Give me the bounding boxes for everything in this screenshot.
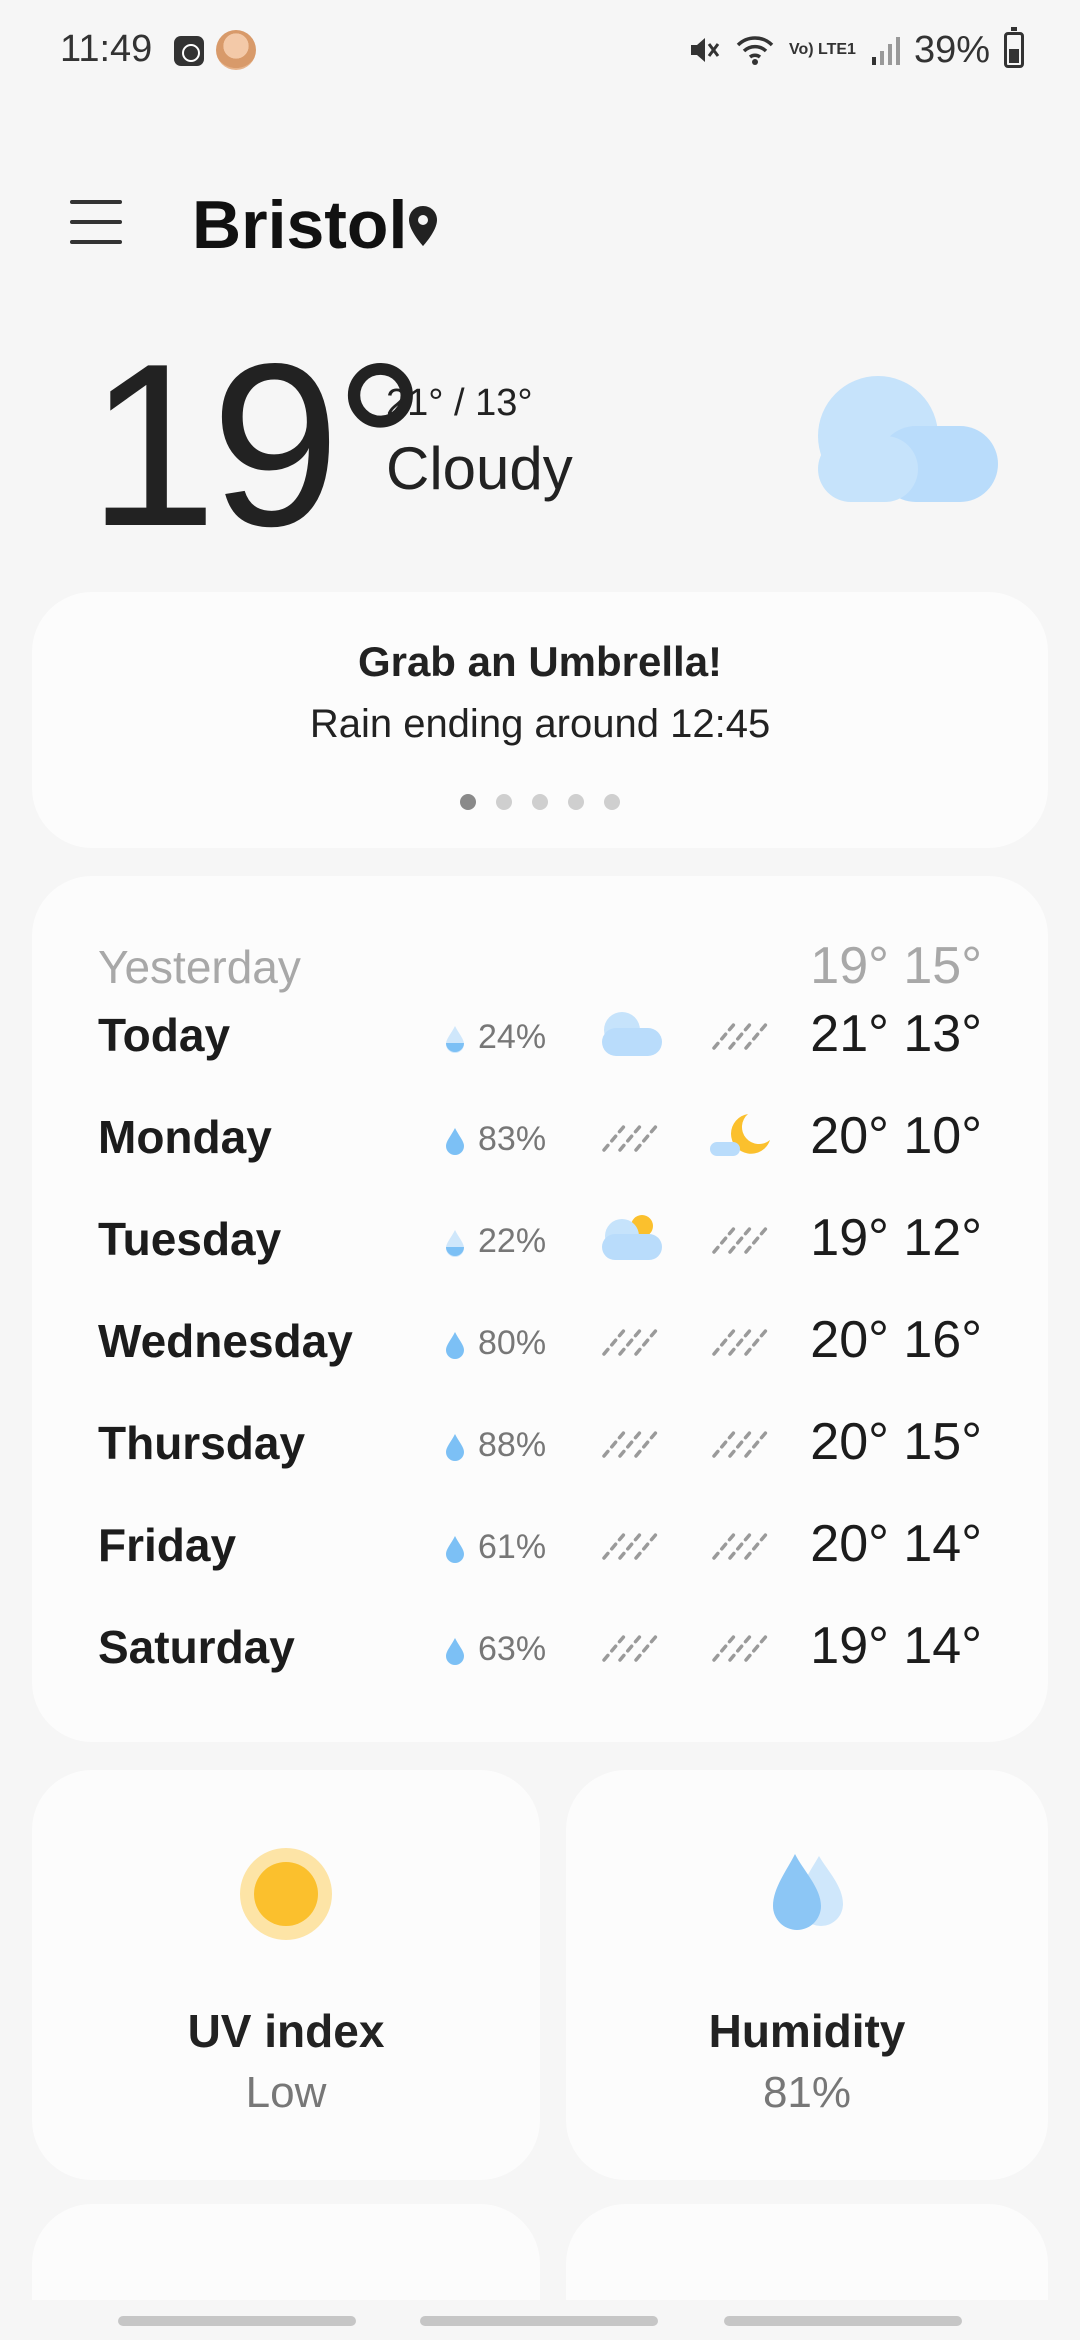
rain-icon: [598, 1620, 662, 1675]
rain-icon: [598, 1518, 662, 1573]
wifi-icon: [736, 36, 774, 65]
forecast-day: Thursday: [98, 1417, 306, 1469]
precip-drop-icon: [444, 1636, 466, 1671]
precip-chance: 88%: [478, 1426, 547, 1464]
forecast-row[interactable]: Thursday 88% 20° 15°: [32, 1392, 1048, 1492]
precip-chance: 24%: [478, 1018, 547, 1056]
location-pin-icon: [409, 206, 437, 246]
signal-icon: [871, 37, 900, 65]
rain-icon: [598, 1110, 662, 1165]
nav-home-button[interactable]: [420, 2316, 658, 2326]
current-temperature: 19°: [88, 316, 427, 575]
forecast-temps: 20° 15°: [810, 1413, 982, 1471]
status-time: 11:49: [60, 28, 153, 70]
status-bar: 11:49 Vo) LTE1 39%: [0, 0, 1080, 100]
avatar-notification-icon: [216, 30, 256, 70]
precip-chance: 61%: [478, 1528, 547, 1566]
page-indicator-dot[interactable]: [532, 794, 548, 810]
forecast-row[interactable]: Saturday 63% 19° 14°: [32, 1596, 1048, 1696]
battery-percent: 39%: [913, 28, 990, 71]
menu-button[interactable]: [70, 200, 122, 244]
rain-icon: [708, 1008, 772, 1063]
forecast-row[interactable]: Today 24% 21° 13°: [32, 984, 1048, 1084]
navigation-bar: [0, 2300, 1080, 2340]
mute-icon: [690, 38, 720, 62]
page-indicator-dot[interactable]: [568, 794, 584, 810]
page-indicator-dot[interactable]: [496, 794, 512, 810]
rain-icon: [708, 1314, 772, 1369]
forecast-day: Tuesday: [98, 1213, 282, 1265]
weather-screen: 11:49 Vo) LTE1 39% Bristol 19° 21° / 13°…: [0, 0, 1080, 2340]
forecast-day: Friday: [98, 1519, 237, 1571]
rain-icon: [708, 1518, 772, 1573]
uv-value: Low: [245, 2068, 327, 2117]
forecast-day: Wednesday: [98, 1315, 353, 1367]
precip-drop-icon: [444, 1126, 466, 1161]
forecast-temps: 20° 14°: [810, 1515, 982, 1573]
uv-index-tile[interactable]: UV index Low: [32, 1770, 540, 2180]
cloud-icon: [818, 376, 998, 502]
forecast-day: Saturday: [98, 1621, 295, 1673]
forecast-temps: 20° 10°: [810, 1107, 982, 1165]
precip-chance: 83%: [478, 1120, 547, 1158]
page-indicator-dot-active[interactable]: [460, 794, 476, 810]
rain-icon: [598, 1416, 662, 1471]
rain-icon: [708, 1620, 772, 1675]
forecast-temps: 21° 13°: [810, 1005, 982, 1063]
sun-cloud-icon: [598, 1212, 662, 1267]
status-icons: Vo) LTE1 39%: [687, 26, 1024, 74]
alert-title: Grab an Umbrella!: [357, 638, 723, 685]
precip-drop-icon: [444, 1534, 466, 1569]
humidity-tile[interactable]: Humidity 81%: [566, 1770, 1048, 2180]
precip-drop-icon: [444, 1024, 466, 1059]
forecast-day: Today: [98, 1009, 231, 1061]
current-condition: Cloudy: [386, 435, 573, 502]
sun-icon: [240, 1848, 332, 1940]
high-low: 21° / 13°: [386, 382, 533, 424]
humidity-drops-icon: [773, 1854, 843, 1930]
precip-chance: 63%: [478, 1630, 547, 1668]
city-name[interactable]: Bristol: [192, 186, 407, 264]
rain-icon: [598, 1314, 662, 1369]
alert-subtitle: Rain ending around 12:45: [309, 702, 771, 746]
rain-icon: [708, 1416, 772, 1471]
forecast-row[interactable]: Wednesday 80% 20° 16°: [32, 1290, 1048, 1390]
volte-label: Vo) LTE1: [788, 41, 856, 58]
daily-forecast-card[interactable]: Yesterday 19° 15° Today 24% 21° 13° Monday 8…: [32, 876, 1048, 1742]
forecast-row[interactable]: Friday 61% 20° 14°: [32, 1494, 1048, 1594]
nav-back-button[interactable]: [724, 2316, 962, 2326]
forecast-row[interactable]: Tuesday 22% 19° 12°: [32, 1188, 1048, 1288]
forecast-row[interactable]: Monday 83% 20° 10°: [32, 1086, 1048, 1186]
page-indicator-dot[interactable]: [604, 794, 620, 810]
forecast-day: Monday: [98, 1111, 272, 1163]
nav-recents-button[interactable]: [118, 2316, 356, 2326]
uv-title: UV index: [187, 2005, 385, 2057]
precip-drop-icon: [444, 1228, 466, 1263]
cloud-icon: [598, 1008, 662, 1063]
humidity-title: Humidity: [708, 2005, 906, 2057]
precip-drop-icon: [444, 1330, 466, 1365]
forecast-temps: 20° 16°: [810, 1311, 982, 1369]
alarm-icon: [174, 36, 204, 66]
rain-icon: [708, 1212, 772, 1267]
battery-icon: [1004, 27, 1024, 68]
forecast-temps: 19° 12°: [810, 1209, 982, 1267]
precip-chance: 22%: [478, 1222, 547, 1260]
forecast-temps: 19° 14°: [810, 1617, 982, 1675]
humidity-value: 81%: [762, 2068, 852, 2117]
moon-cloud-icon: [708, 1110, 772, 1165]
precip-drop-icon: [444, 1432, 466, 1467]
precip-chance: 80%: [478, 1324, 547, 1362]
